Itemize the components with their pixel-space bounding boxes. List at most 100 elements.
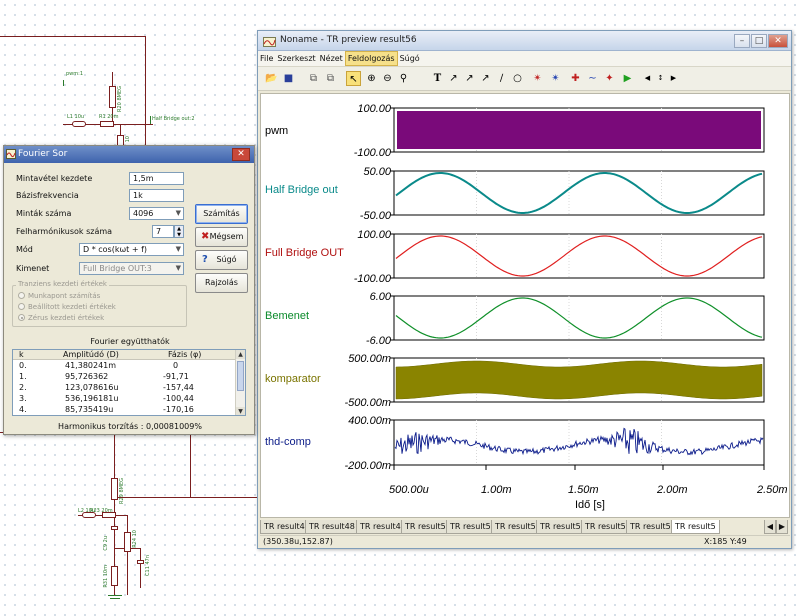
radio-circle bbox=[18, 292, 25, 299]
spin-updown-icon[interactable]: ▲ ▼ bbox=[174, 225, 184, 238]
trace-label-half-bridge: Half Bridge out bbox=[265, 184, 338, 196]
harmonic-distortion: Harmonikus torzítás : 0,00081009% bbox=[58, 422, 202, 431]
tab-result[interactable]: TR result5 bbox=[446, 520, 495, 534]
table-row[interactable]: 1. 95,726362 -91,71 bbox=[13, 372, 237, 382]
label-r29: R29 8MEG bbox=[119, 478, 125, 504]
cell-phase: -157,44 bbox=[163, 383, 194, 392]
resistor-r29 bbox=[111, 478, 118, 500]
inductor-l1 bbox=[72, 121, 86, 127]
menu-feldolgozas[interactable]: Feldolgozás bbox=[344, 51, 398, 66]
select-kimenet[interactable]: Full Bridge OUT:3 ▼ bbox=[79, 262, 184, 275]
ytick-ko-max: 500.00m bbox=[348, 353, 391, 365]
table-row[interactable]: 3. 536,196181u -100,44 bbox=[13, 394, 237, 404]
tab-result[interactable]: TR result5 bbox=[626, 520, 675, 534]
menu-file[interactable]: File bbox=[258, 52, 275, 65]
coefficients-title: Fourier együtthatók bbox=[90, 337, 170, 346]
title-bar[interactable]: Noname - TR preview result56 – □ ✕ bbox=[258, 31, 791, 51]
paste-icon[interactable]: ⧉ bbox=[323, 71, 338, 86]
tab-scroll-right-icon[interactable]: ▶ bbox=[776, 520, 788, 534]
tab-result[interactable]: TR result5 bbox=[491, 520, 540, 534]
coefficients-table: k Amplitúdó (D) Fázis (φ) 0. 41,380241m … bbox=[12, 349, 246, 416]
radio-munkapont[interactable]: Munkapont számítás bbox=[18, 292, 100, 300]
input-felharmonikusok[interactable]: 7 bbox=[152, 225, 174, 238]
scroll-up-icon[interactable]: ▲ bbox=[236, 350, 245, 359]
radio-zerus[interactable]: Zérus kezdeti értékek bbox=[18, 314, 104, 322]
trace-label-bemenet: Bemenet bbox=[265, 310, 310, 322]
panel-frame bbox=[393, 233, 765, 279]
menu-szerkeszt[interactable]: Szerkeszt bbox=[275, 52, 317, 65]
tab-result[interactable]: TR result5 bbox=[401, 520, 450, 534]
input-minta-kezdete[interactable]: 1,5m bbox=[129, 172, 184, 185]
open-folder-icon[interactable]: 📂 bbox=[264, 71, 279, 86]
marker-red-icon[interactable]: ✴ bbox=[530, 71, 545, 86]
label-mod: Mód bbox=[16, 245, 33, 254]
wire bbox=[63, 80, 64, 86]
ellipse-tool-icon[interactable]: ○ bbox=[510, 71, 525, 86]
marker-minus-icon[interactable]: ∼ bbox=[585, 71, 600, 86]
wand-icon[interactable]: ✦ bbox=[602, 71, 617, 86]
cursor-c-icon[interactable]: ↗ bbox=[478, 71, 493, 86]
pointer-icon[interactable]: ↖ bbox=[346, 71, 361, 86]
zoom-out-icon[interactable]: ⊖ bbox=[380, 71, 395, 86]
play-icon[interactable]: ▶ bbox=[620, 71, 635, 86]
close-button[interactable]: ✕ bbox=[768, 34, 788, 48]
rajzolas-button[interactable]: Rajzolás bbox=[195, 273, 248, 293]
plot-area[interactable]: pwm Half Bridge out Full Bridge OUT Beme… bbox=[260, 93, 790, 518]
input-bazisfrekvencia[interactable]: 1k bbox=[129, 189, 184, 202]
sugo-button[interactable]: ? Súgó bbox=[195, 250, 248, 270]
cursor-b-icon[interactable]: ↗ bbox=[462, 71, 477, 86]
ytick-hb-min: -50.00 bbox=[359, 210, 391, 222]
label-mintak-szama: Minták száma bbox=[16, 209, 72, 218]
sugo-label: Súgó bbox=[216, 255, 237, 264]
text-tool-icon[interactable]: T bbox=[430, 71, 445, 86]
select-mod[interactable]: D * cos(kωt + f) ▼ bbox=[79, 243, 184, 256]
copy-icon[interactable]: ⧉ bbox=[306, 71, 321, 86]
maximize-button[interactable]: □ bbox=[751, 34, 767, 48]
tab-result[interactable]: TR result4 bbox=[260, 520, 309, 534]
tab-result[interactable]: TR result5 bbox=[536, 520, 585, 534]
menu-sugo[interactable]: Súgó bbox=[398, 52, 422, 65]
radio-label: Beállított kezdeti értékek bbox=[28, 303, 116, 311]
ytick-fb-min: -100.00 bbox=[353, 273, 391, 285]
tab-result[interactable]: TR result5 bbox=[581, 520, 630, 534]
dialog-close-button[interactable]: ✕ bbox=[232, 148, 250, 161]
menu-nezet[interactable]: Nézet bbox=[318, 52, 345, 65]
save-icon[interactable]: ■ bbox=[281, 71, 296, 86]
xtick-2m: 2.00m bbox=[657, 484, 688, 496]
table-row[interactable]: 4. 85,735419u -170,16 bbox=[13, 405, 237, 415]
table-row[interactable]: 2. 123,078616u -157,44 bbox=[13, 383, 237, 393]
table-row[interactable]: 0. 41,380241m 0 bbox=[13, 361, 237, 371]
tab-result[interactable]: TR result48 bbox=[305, 520, 359, 534]
megse-button[interactable]: ✖ Mégsem bbox=[195, 227, 248, 247]
xtick-1-5m: 1.50m bbox=[568, 484, 599, 496]
zoom-fit-icon[interactable]: ⚲ bbox=[396, 71, 411, 86]
tab-result[interactable]: TR result4 bbox=[356, 520, 405, 534]
cursor-a-icon[interactable]: ↗ bbox=[446, 71, 461, 86]
arrow-right-icon[interactable]: ▶ bbox=[666, 71, 681, 86]
ytick-ko-min: -500.00m bbox=[344, 397, 391, 409]
resistor-r1 bbox=[100, 121, 114, 127]
col-k: k bbox=[19, 350, 24, 359]
select-mintak-szama[interactable]: 4096 ▼ bbox=[129, 207, 184, 220]
marker-plus-icon[interactable]: ✚ bbox=[568, 71, 583, 86]
scroll-down-icon[interactable]: ▼ bbox=[236, 407, 245, 415]
radio-beallitott[interactable]: Beállított kezdeti értékek bbox=[18, 303, 116, 311]
tab-scroll-left-icon[interactable]: ◀ bbox=[764, 520, 776, 534]
tab-result-active[interactable]: TR result5 bbox=[671, 520, 720, 534]
szamitas-button[interactable]: Számítás bbox=[195, 204, 248, 224]
xtick-2-5m: 2.50m bbox=[757, 484, 788, 496]
trace-half-bridge bbox=[395, 172, 763, 214]
dialog-title-bar[interactable]: Fourier Sor ✕ bbox=[4, 146, 254, 163]
toolbar: 📂 ■ ⧉ ⧉ ↖ ⊕ ⊖ ⚲ T ↗ ↗ ↗ ∕ ○ ✴ ✴ ✚ ∼ ✦ ▶ … bbox=[258, 67, 791, 91]
table-header: k Amplitúdó (D) Fázis (φ) bbox=[13, 350, 237, 360]
marker-blue-icon[interactable]: ✴ bbox=[548, 71, 563, 86]
table-scrollbar[interactable]: ▲ ▼ bbox=[235, 350, 245, 415]
trace-pwm bbox=[397, 111, 761, 149]
cell-phase: -91,71 bbox=[163, 372, 189, 381]
zoom-in-icon[interactable]: ⊕ bbox=[364, 71, 379, 86]
scroll-thumb[interactable] bbox=[237, 361, 244, 391]
cell-k: 3. bbox=[19, 394, 27, 403]
minimize-button[interactable]: – bbox=[734, 34, 750, 48]
label-r31: R31 10m bbox=[103, 565, 109, 588]
line-tool-icon[interactable]: ∕ bbox=[494, 71, 509, 86]
